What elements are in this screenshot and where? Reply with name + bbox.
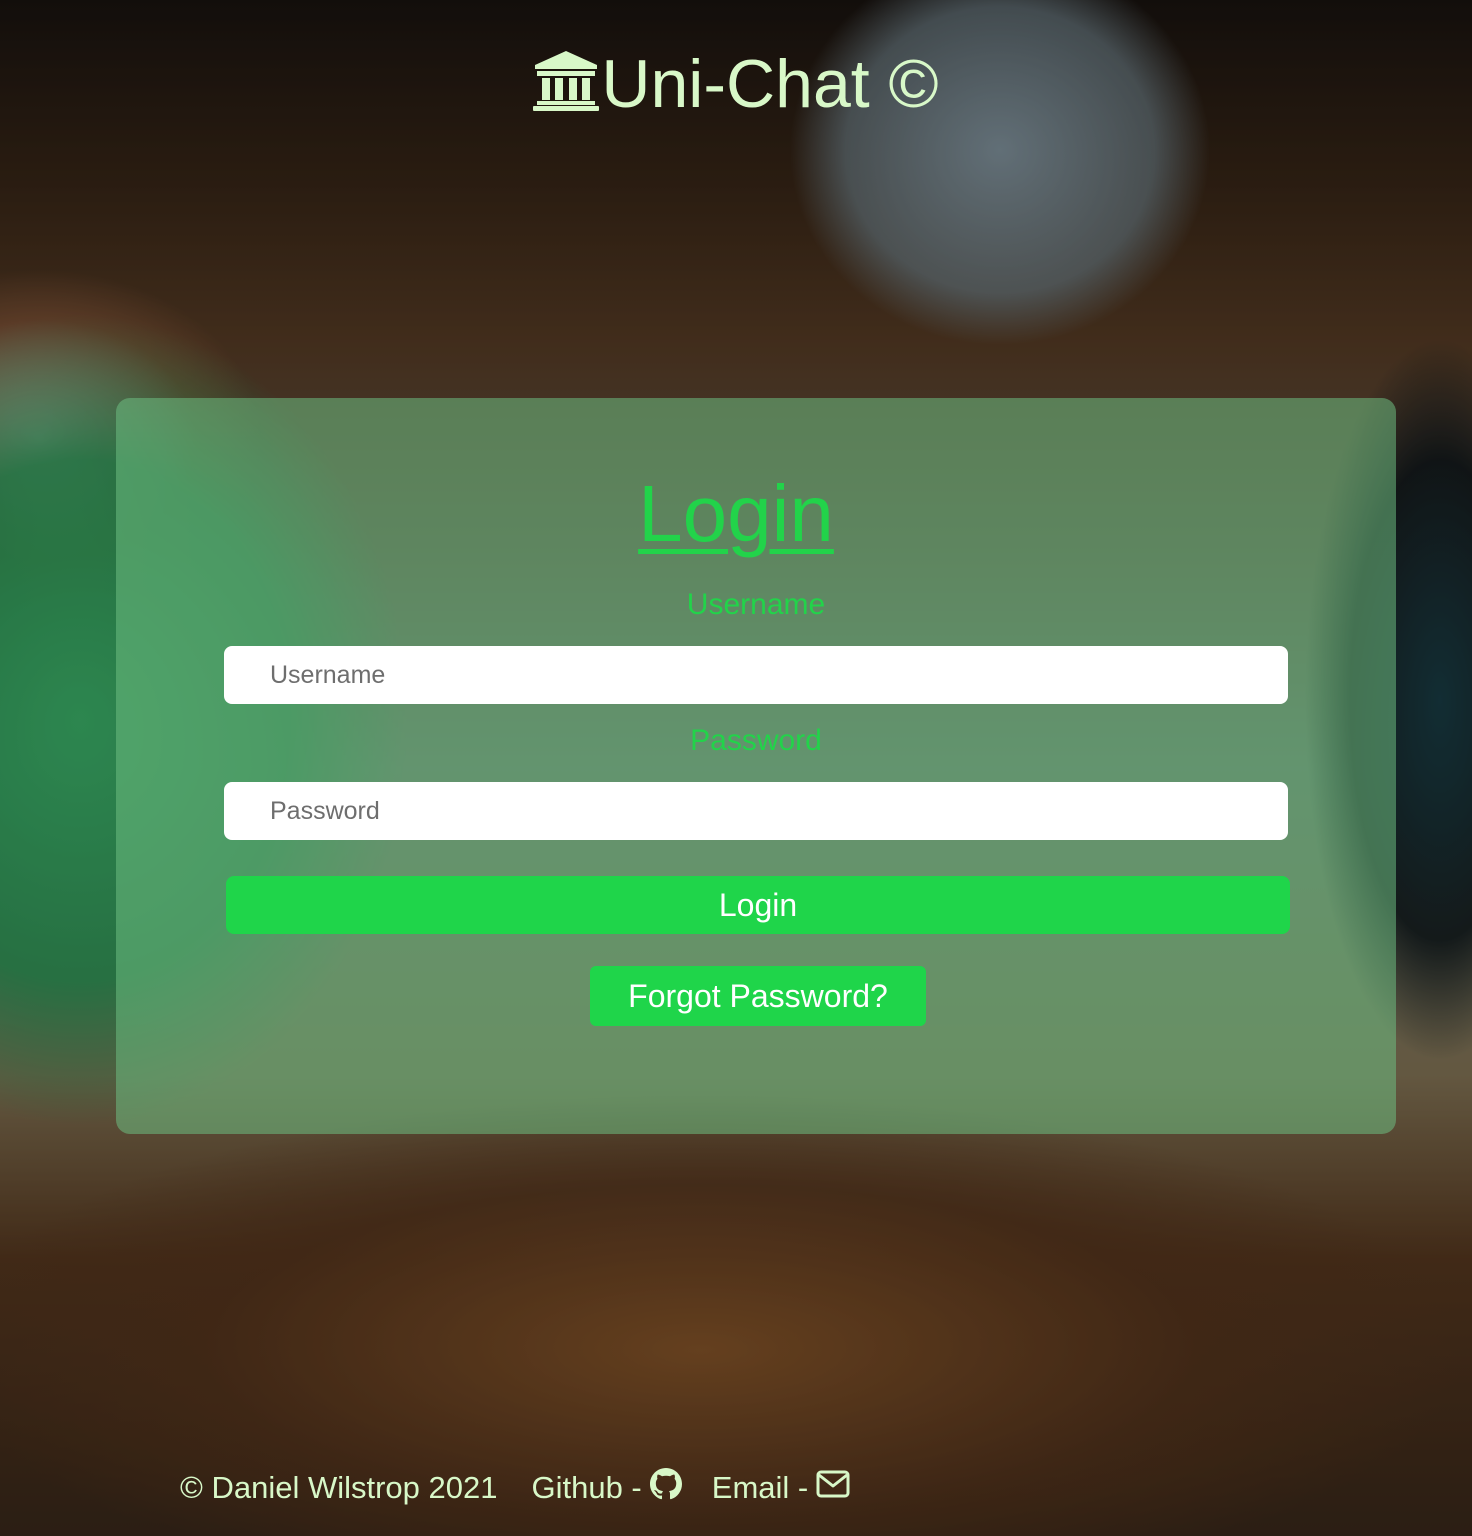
email-link[interactable]: Email - — [712, 1470, 850, 1506]
copyright-text: © Daniel Wilstrop 2021 — [180, 1470, 498, 1505]
bank-icon — [533, 48, 600, 111]
username-input[interactable] — [224, 646, 1288, 704]
login-heading: Login — [638, 469, 834, 558]
footer: © Daniel Wilstrop 2021 Github - Email - — [180, 1466, 880, 1510]
github-icon — [649, 1468, 682, 1508]
forgot-password-button[interactable]: Forgot Password? — [590, 966, 926, 1026]
password-label: Password — [690, 724, 822, 757]
github-label: Github - — [531, 1470, 642, 1505]
password-input[interactable] — [224, 782, 1288, 840]
login-button[interactable]: Login — [226, 876, 1290, 934]
github-link[interactable]: Github - — [531, 1468, 682, 1508]
username-label: Username — [686, 588, 826, 621]
email-label: Email - — [711, 1470, 809, 1505]
envelope-icon — [816, 1470, 850, 1506]
app-title: Uni-Chat © — [601, 46, 939, 122]
app-brand: Uni-Chat © — [0, 44, 1472, 124]
